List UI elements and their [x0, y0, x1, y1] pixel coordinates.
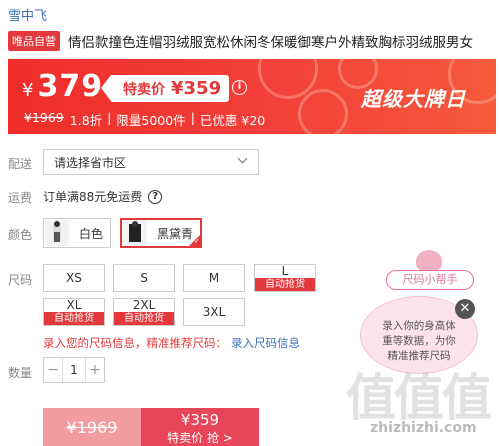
chevron-down-icon	[237, 153, 248, 164]
price-banner: ¥ 379 特卖价 ¥359 i ¥1969 1.8折 | 限量5000件 | …	[8, 59, 496, 134]
original-price-button[interactable]: ¥1969	[43, 408, 141, 446]
region-select[interactable]: 请选择省市区	[43, 149, 259, 175]
helper-mascot-icon	[416, 250, 442, 272]
original-price-text: ¥1969	[66, 418, 118, 437]
quantity-value[interactable]: 1	[62, 358, 86, 382]
color-label: 颜色	[8, 228, 33, 242]
increment-button[interactable]: +	[86, 362, 104, 378]
help-icon[interactable]: ?	[148, 189, 163, 204]
color-swatch-image	[45, 220, 69, 246]
size-option-xs[interactable]: XS	[43, 264, 105, 292]
price-value: 379	[37, 69, 104, 104]
color-option-white[interactable]: 白色	[43, 218, 111, 248]
size-text: M	[208, 271, 220, 285]
size-text: 3XL	[202, 305, 226, 319]
super-brand-day-logo: 超级大牌日	[361, 87, 466, 111]
promo-line: ¥1969 1.8折 | 限量5000件 | 已优惠 ¥20	[24, 110, 265, 129]
flash-price-tag: 特卖价 ¥359	[100, 75, 230, 102]
quantity-stepper[interactable]: − 1 +	[43, 357, 105, 383]
enter-size-link[interactable]: 录入尺码信息	[231, 336, 300, 350]
size-hint-text: 录入您的尺码信息，精准推荐尺码：	[43, 336, 227, 350]
limit-quantity: 限量5000件	[116, 113, 186, 128]
flash-price-label: 特卖价	[123, 81, 165, 98]
product-title: 情侣款撞色连帽羽绒服宽松休闲冬保暖御寒户外精致胸标羽绒服男女	[68, 35, 473, 51]
size-label: 尺码	[8, 273, 33, 287]
close-icon[interactable]: ✕	[455, 299, 475, 319]
size-text: 2XL	[132, 298, 156, 312]
shipping-label: 运费	[8, 191, 33, 205]
size-option-s[interactable]: S	[113, 264, 175, 292]
shipping-text: 订单满88元免运费	[43, 190, 143, 204]
auto-grab-tag: 自动抢货	[114, 312, 174, 325]
quantity-label: 数量	[8, 366, 33, 380]
auto-grab-tag: 自动抢货	[255, 278, 315, 291]
cloud-decoration	[298, 89, 348, 134]
size-option-2xl[interactable]: 2XL 自动抢货	[113, 298, 175, 326]
color-option-black-teal[interactable]: 黑黛青 ✓	[120, 218, 202, 248]
size-hint: 录入您的尺码信息，精准推荐尺码： 录入尺码信息	[43, 335, 300, 351]
size-option-3xl[interactable]: 3XL	[183, 298, 245, 326]
discount-rate: 1.8折	[69, 113, 103, 128]
brand-name[interactable]: 雪中飞	[8, 5, 47, 24]
auto-grab-tag: 自动抢货	[44, 312, 104, 325]
currency-symbol: ¥	[22, 80, 34, 101]
size-helper-title[interactable]: 尺码小帮手	[386, 270, 474, 290]
size-option-xl[interactable]: XL 自动抢货	[43, 298, 105, 326]
flash-price-value: ¥359	[171, 78, 222, 99]
shipping-info: 订单满88元免运费 ?	[43, 188, 163, 205]
watermark-url: zhizhizhi.com	[370, 420, 477, 436]
color-option-label: 白色	[79, 226, 104, 241]
self-operated-badge: 唯品自营	[8, 31, 60, 51]
size-option-m[interactable]: M	[183, 264, 245, 292]
size-text: S	[140, 271, 148, 285]
decrement-button[interactable]: −	[44, 362, 62, 378]
size-text: XL	[66, 298, 82, 312]
color-swatch-image	[123, 220, 147, 246]
separator: |	[107, 110, 112, 125]
current-price: ¥ 379	[22, 69, 103, 104]
separator: |	[190, 110, 195, 125]
flash-buy-button[interactable]: ¥359 特卖价 抢 >	[141, 408, 259, 446]
flash-buy-label: 特卖价 抢 >	[167, 431, 233, 445]
original-price: ¥1969	[24, 110, 64, 125]
helper-line: 录入你的身高体	[382, 320, 456, 332]
delivery-label: 配送	[8, 157, 33, 171]
flash-buy-price: ¥359	[180, 411, 220, 429]
size-option-l[interactable]: L 自动抢货	[254, 264, 316, 292]
size-text: XS	[66, 271, 82, 285]
region-placeholder: 请选择省市区	[54, 155, 127, 170]
selected-check-icon: ✓	[188, 234, 201, 247]
info-icon[interactable]: i	[232, 80, 247, 95]
product-title-row: 唯品自营 情侣款撞色连帽羽绒服宽松休闲冬保暖御寒户外精致胸标羽绒服男女	[8, 31, 498, 51]
helper-line: 重等数据，为你	[382, 335, 456, 347]
size-text: L	[281, 264, 289, 278]
saved-amount: 已优惠 ¥20	[199, 113, 266, 128]
